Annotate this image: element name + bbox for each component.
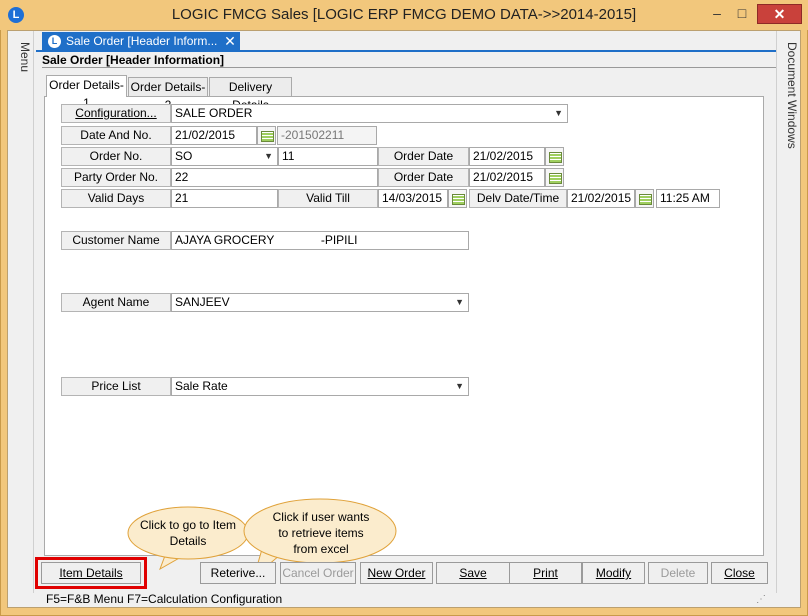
party-order-date-field[interactable]: 21/02/2015 — [469, 168, 545, 187]
close-button[interactable]: Close — [711, 562, 768, 584]
app-title: LOGIC FMCG Sales [LOGIC ERP FMCG DEMO DA… — [171, 6, 637, 23]
document-tab[interactable]: Sale Order [Header Inform... — [42, 32, 240, 51]
chevron-down-icon: ▼ — [455, 381, 464, 391]
close-icon[interactable]: ✕ — [222, 32, 238, 51]
document-tab-label: Sale Order [Header Inform... — [66, 34, 218, 48]
price-list-select[interactable]: Sale Rate ▼ — [171, 377, 469, 396]
order-series-select[interactable]: SO ▼ — [171, 147, 278, 166]
party-order-no-field[interactable]: 22 — [171, 168, 378, 187]
calendar-icon[interactable] — [635, 189, 654, 208]
status-bar-text: F5=F&B Menu F7=Calculation Configuration — [46, 592, 283, 606]
configuration-select[interactable]: SALE ORDER ▼ — [171, 104, 568, 123]
tab-order-details-1[interactable]: Order Details-1 — [46, 75, 127, 110]
tab-delivery-details[interactable]: Delivery Details — [209, 77, 292, 112]
order-date-label: Order Date — [378, 147, 469, 166]
modify-button[interactable]: Modify — [582, 562, 645, 584]
app-logo-icon: L — [48, 35, 61, 48]
save-button[interactable]: Save — [436, 562, 510, 584]
price-list-label: Price List — [61, 377, 171, 396]
delivery-date-field[interactable]: 21/02/2015 — [567, 189, 635, 208]
order-number-field[interactable]: 11 — [278, 147, 378, 166]
calendar-icon[interactable] — [545, 147, 564, 166]
close-label: Close — [724, 566, 755, 580]
item-details-button[interactable]: Item Details — [41, 562, 141, 584]
order-date-field[interactable]: 21/02/2015 — [469, 147, 545, 166]
menu-rail[interactable] — [8, 31, 34, 593]
delivery-time-field[interactable]: 11:25 AM — [656, 189, 720, 208]
callout-retrieve-text: Click if user wants to retrieve items fr… — [272, 510, 370, 556]
save-label: Save — [459, 566, 487, 580]
agent-name-select[interactable]: SANJEEV ▼ — [171, 293, 469, 312]
party-order-date-label: Order Date — [378, 168, 469, 187]
new-order-button[interactable]: New Order — [360, 562, 433, 584]
agent-name-value: SANJEEV — [175, 295, 230, 309]
order-no-label: Order No. — [61, 147, 171, 166]
minimize-button[interactable]: – — [706, 4, 728, 24]
document-windows-label[interactable]: Document Windows — [779, 42, 799, 162]
chevron-down-icon: ▼ — [554, 108, 563, 118]
modify-label: Modify — [595, 566, 632, 580]
calendar-icon[interactable] — [257, 126, 276, 145]
delete-button: Delete — [648, 562, 708, 584]
calendar-icon[interactable] — [545, 168, 564, 187]
valid-days-label: Valid Days — [61, 189, 171, 208]
resize-grip-icon[interactable]: ⋰ — [756, 594, 766, 605]
chevron-down-icon: ▼ — [264, 151, 273, 161]
menu-label[interactable]: Menu — [12, 42, 32, 82]
agent-name-label: Agent Name — [61, 293, 171, 312]
print-button[interactable]: Print — [509, 562, 582, 584]
valid-days-field[interactable]: 21 — [171, 189, 278, 208]
valid-till-field[interactable]: 14/03/2015 — [378, 189, 448, 208]
configuration-label: Configuration... — [75, 106, 157, 120]
new-order-label: New Order — [367, 566, 426, 580]
retrieve-button[interactable]: Reterive... — [200, 562, 276, 584]
tab-strip-underline — [36, 50, 776, 52]
item-details-label: Item Details — [59, 566, 123, 580]
print-label: Print — [533, 566, 558, 580]
valid-till-label: Valid Till — [278, 189, 378, 208]
maximize-button[interactable]: □ — [731, 4, 753, 24]
tab-order-details-2[interactable]: Order Details-2 — [128, 77, 208, 112]
date-field[interactable]: 21/02/2015 — [171, 126, 257, 145]
document-number-field: -201502211 — [277, 126, 377, 145]
callout-item-details-text: Click to go to Item Details — [139, 518, 237, 548]
delivery-date-time-label: Delv Date/Time — [469, 189, 567, 208]
party-order-no-label: Party Order No. — [61, 168, 171, 187]
date-and-no-label: Date And No. — [61, 126, 171, 145]
customer-name-field[interactable]: AJAYA GROCERY -PIPILI — [171, 231, 469, 250]
cancel-order-button: Cancel Order — [280, 562, 356, 584]
form-title: Sale Order [Header Information] — [42, 53, 225, 67]
configuration-button[interactable]: Configuration... — [61, 104, 171, 123]
configuration-value: SALE ORDER — [175, 106, 253, 120]
chevron-down-icon: ▼ — [455, 297, 464, 307]
divider — [42, 67, 776, 68]
calendar-icon[interactable] — [448, 189, 467, 208]
close-window-button[interactable]: ✕ — [757, 4, 802, 24]
price-list-value: Sale Rate — [175, 379, 228, 393]
customer-name-label: Customer Name — [61, 231, 171, 250]
order-series-value: SO — [175, 149, 193, 163]
